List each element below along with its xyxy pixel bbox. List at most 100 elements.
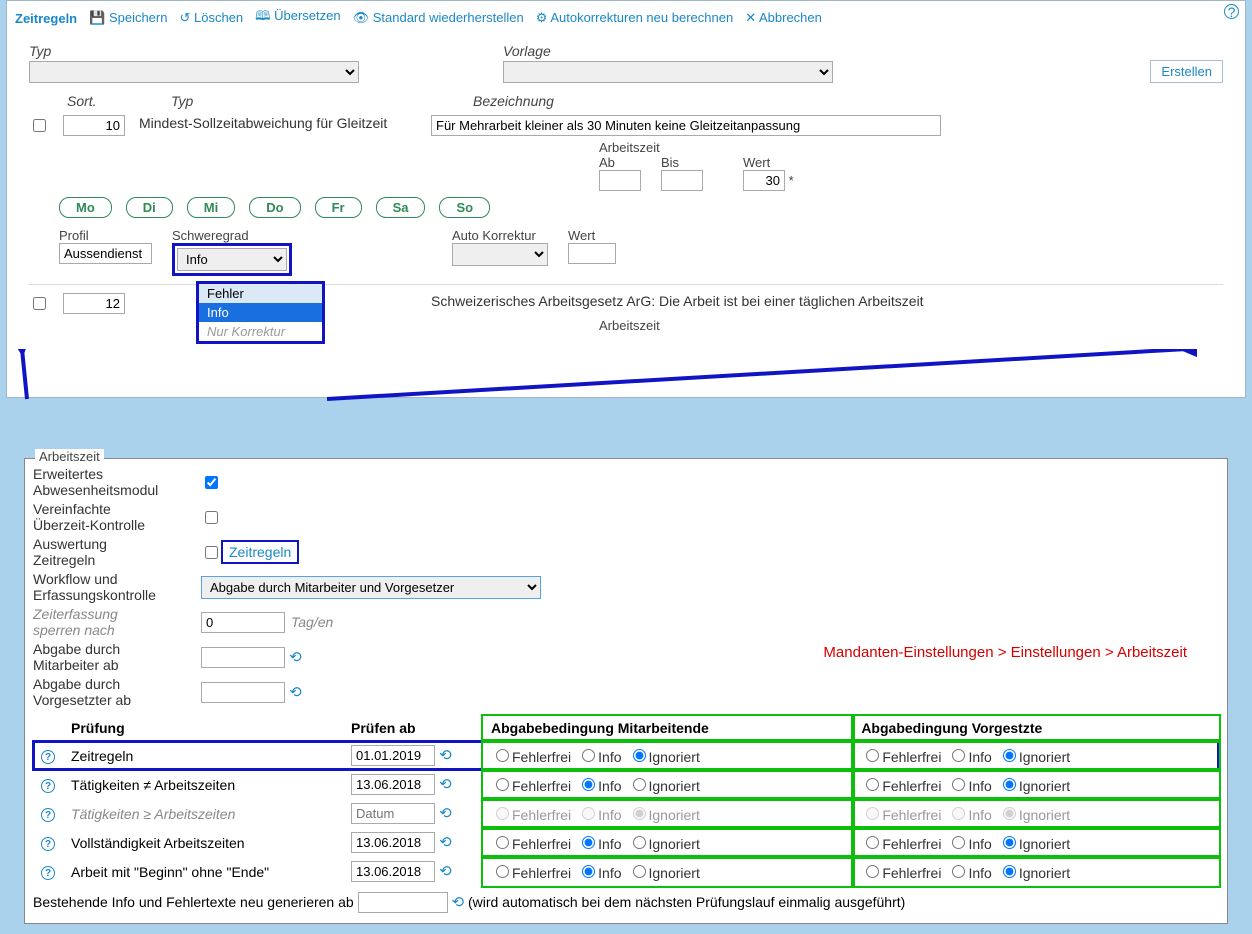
abgabe-vorgesetzter-ab-input[interactable]: [201, 682, 285, 703]
translate-button[interactable]: 🕮 Übersetzen: [255, 7, 340, 29]
wert2-input[interactable]: [568, 243, 616, 264]
pruefung-name: Zeitregeln: [63, 741, 343, 771]
abgabe-mitarbeiter-ab-input[interactable]: [201, 647, 285, 668]
wert-star: *: [789, 173, 794, 188]
pruefen-ab-input[interactable]: [351, 803, 435, 824]
ab-input[interactable]: [599, 170, 641, 191]
pruefen-ab-input[interactable]: [351, 745, 435, 766]
sort-input[interactable]: [63, 293, 125, 314]
radio-fehlerfrei[interactable]: [496, 865, 509, 878]
pruefung-name: Vollständigkeit Arbeitszeiten: [63, 828, 343, 857]
radio-ignoriert[interactable]: [1003, 778, 1016, 791]
cancel-button[interactable]: ✕ Abbrechen: [745, 10, 822, 26]
pruefen-ab-input[interactable]: [351, 832, 435, 853]
radio-fehlerfrei[interactable]: [866, 836, 879, 849]
create-button[interactable]: Erstellen: [1150, 60, 1223, 83]
pruefen-ab-input[interactable]: [351, 861, 435, 882]
radio-fehlerfrei[interactable]: [496, 836, 509, 849]
restore-button[interactable]: 👁 Standard wiederherstellen: [353, 10, 524, 26]
table-row: ?Zeitregeln ⟲FehlerfreiInfoIgnoriertFehl…: [33, 741, 1219, 771]
auswertung-zeitregeln-checkbox[interactable]: [205, 546, 218, 559]
sort-input[interactable]: [63, 115, 125, 136]
radio-ignoriert[interactable]: [633, 778, 646, 791]
radio-fehlerfrei: [496, 807, 509, 820]
schweregrad-option-nurkorrektur[interactable]: Nur Korrektur: [199, 322, 322, 341]
profil-label: Profil: [59, 228, 152, 243]
pruefen-ab-input[interactable]: [351, 774, 435, 795]
help-icon[interactable]: ?: [41, 808, 55, 822]
radio-ignoriert[interactable]: [633, 836, 646, 849]
radio-info[interactable]: [582, 778, 595, 791]
radio-ignoriert[interactable]: [1003, 836, 1016, 849]
radio-info[interactable]: [952, 836, 965, 849]
arbeitszeit-label: Arbeitszeit: [599, 318, 660, 333]
erweitertes-abwesenheitsmodul-checkbox[interactable]: [205, 476, 218, 489]
help-icon[interactable]: ?: [41, 750, 55, 764]
day-mo[interactable]: Mo: [59, 197, 112, 218]
regenerate-date-input[interactable]: [358, 892, 448, 913]
help-icon[interactable]: ?: [41, 779, 55, 793]
row-checkbox[interactable]: [33, 119, 46, 132]
radio-info[interactable]: [952, 865, 965, 878]
help-icon[interactable]: ?: [1224, 4, 1239, 19]
ab-label: Ab: [599, 155, 615, 170]
day-di[interactable]: Di: [126, 197, 173, 218]
day-so[interactable]: So: [439, 197, 490, 218]
bis-input[interactable]: [661, 170, 703, 191]
day-sa[interactable]: Sa: [376, 197, 426, 218]
type-label: Typ: [29, 43, 51, 59]
autokorrektur-select[interactable]: [452, 243, 548, 266]
bezeichnung-input[interactable]: [431, 115, 941, 136]
radio-fehlerfrei[interactable]: [496, 749, 509, 762]
radio-info[interactable]: [582, 749, 595, 762]
clear-icon[interactable]: ⟲: [451, 894, 464, 911]
day-fr[interactable]: Fr: [315, 197, 362, 218]
clear-icon[interactable]: ⟲: [285, 648, 302, 666]
sperren-nach-input[interactable]: [201, 612, 285, 633]
help-icon[interactable]: ?: [41, 837, 55, 851]
clear-icon[interactable]: ⟲: [285, 683, 302, 701]
workflow-select[interactable]: Abgabe durch Mitarbeiter und Vorgesetzer: [201, 576, 541, 599]
clear-icon[interactable]: ⟲: [435, 805, 452, 822]
radio-ignoriert[interactable]: [1003, 749, 1016, 762]
sperren-unit-label: Tag/en: [291, 614, 333, 630]
help-icon[interactable]: ?: [41, 866, 55, 880]
radio-info[interactable]: [952, 778, 965, 791]
type-select[interactable]: [29, 61, 359, 83]
template-select[interactable]: [503, 61, 833, 83]
page-title: Zeitregeln: [15, 11, 77, 26]
zeitregeln-link[interactable]: Zeitregeln: [229, 544, 291, 560]
clear-icon[interactable]: ⟲: [435, 747, 452, 764]
radio-fehlerfrei[interactable]: [496, 778, 509, 791]
schweregrad-option-fehler[interactable]: Fehler: [199, 284, 322, 303]
schweregrad-option-info[interactable]: Info: [199, 303, 322, 322]
wert-input[interactable]: [743, 170, 785, 191]
radio-ignoriert[interactable]: [1003, 865, 1016, 878]
bez-header: Bezeichnung: [473, 93, 554, 109]
save-button[interactable]: 💾 Speichern: [89, 10, 167, 26]
row-checkbox[interactable]: [33, 297, 46, 310]
clear-icon[interactable]: ⟲: [435, 834, 452, 851]
breadcrumb: Mandanten-Einstellungen > Einstellungen …: [823, 644, 1187, 661]
vereinfachte-ueberzeit-checkbox[interactable]: [205, 511, 218, 524]
fieldset-legend: Arbeitszeit: [35, 449, 104, 464]
clear-icon[interactable]: ⟲: [435, 776, 452, 793]
table-row: ?Arbeit mit "Beginn" ohne "Ende" ⟲Fehler…: [33, 857, 1219, 886]
recalc-button[interactable]: ⚙ Autokorrekturen neu berechnen: [536, 10, 733, 26]
radio-fehlerfrei[interactable]: [866, 749, 879, 762]
schweregrad-select[interactable]: Info: [177, 248, 287, 271]
radio-ignoriert[interactable]: [633, 865, 646, 878]
day-do[interactable]: Do: [249, 197, 300, 218]
radio-fehlerfrei[interactable]: [866, 865, 879, 878]
schweregrad-dropdown: Fehler Info Nur Korrektur: [196, 281, 325, 344]
clear-icon[interactable]: ⟲: [435, 863, 452, 880]
day-mi[interactable]: Mi: [187, 197, 235, 218]
delete-button[interactable]: ↺ Löschen: [179, 10, 243, 26]
arbeitszeit-settings-panel: Arbeitszeit ErweitertesAbwesenheitsmodul…: [24, 458, 1228, 924]
radio-info[interactable]: [582, 836, 595, 849]
radio-info[interactable]: [582, 865, 595, 878]
radio-fehlerfrei[interactable]: [866, 778, 879, 791]
profil-input[interactable]: [59, 243, 152, 264]
radio-ignoriert[interactable]: [633, 749, 646, 762]
radio-info[interactable]: [952, 749, 965, 762]
